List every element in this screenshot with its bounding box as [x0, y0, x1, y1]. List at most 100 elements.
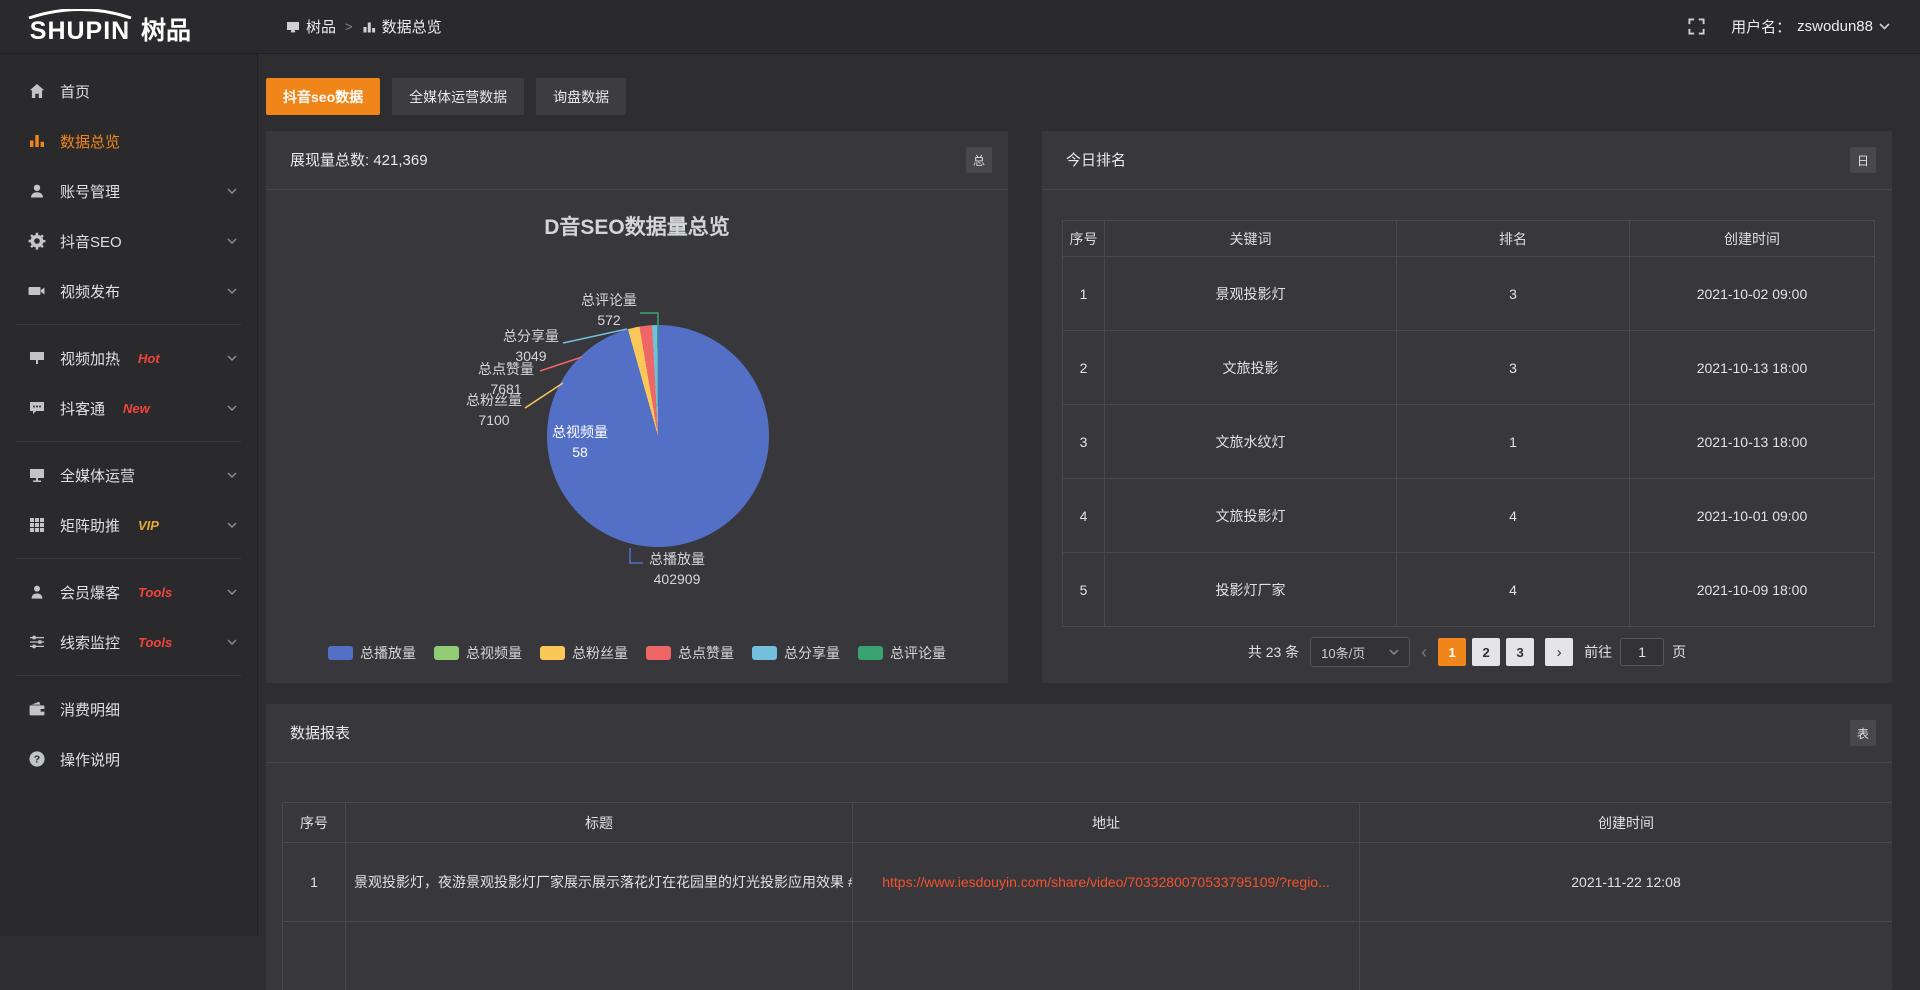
sidebar-item-video-publish[interactable]: 视频发布: [0, 266, 257, 316]
header-right: 用户名： zswodun88: [1688, 16, 1920, 37]
report-panel: 数据报表 表 序号 标题 地址 创建时间 1景观投影灯，夜游景观投影灯厂家展示展…: [266, 704, 1892, 990]
page-button-1[interactable]: 1: [1438, 638, 1466, 666]
chart-title: D音SEO数据量总览: [266, 211, 1008, 241]
logo-text-en: SHUPIN: [30, 19, 130, 44]
logo-brand: SHUPIN: [24, 9, 136, 44]
legend-item[interactable]: 总点赞量: [646, 643, 734, 663]
monitor-icon: [28, 466, 46, 484]
top-bar: SHUPIN 树品 树品 > 数据总览 用户名： zswodun88: [0, 0, 1920, 54]
ranking-header-row: 序号 关键词 排名 创建时间: [1063, 221, 1875, 257]
sidebar-item-matrix-boost[interactable]: 矩阵助推 VIP: [0, 500, 257, 550]
table-toggle-button[interactable]: 表: [1850, 720, 1876, 746]
svg-text:?: ?: [34, 754, 40, 766]
tab-media-ops-data[interactable]: 全媒体运营数据: [392, 78, 524, 115]
overview-panel: 展现量总数: 421,369 总 D音SEO数据量总览 总评论量572 总分享量…: [266, 131, 1008, 683]
new-badge: New: [123, 401, 150, 416]
pie-label-videos: 总视频量58: [549, 423, 611, 462]
sliders-icon: [28, 633, 46, 651]
ranking-title: 今日排名: [1066, 131, 1126, 190]
username-value: zswodun88: [1797, 18, 1873, 35]
legend-label: 总评论量: [890, 643, 946, 663]
page-jumper: 前往 页: [1584, 638, 1686, 666]
total-toggle-button[interactable]: 总: [966, 147, 992, 173]
legend-label: 总点赞量: [678, 643, 734, 663]
board-icon: [28, 349, 46, 367]
user-menu[interactable]: 用户名： zswodun88: [1731, 16, 1890, 37]
pagination-pages: 123: [1438, 638, 1534, 666]
table-row: 1景观投影灯，夜游景观投影灯厂家展示展示落花灯在花园里的灯光投影应用效果 #ht…: [283, 843, 1893, 922]
video-camera-icon: [28, 282, 46, 300]
data-tabs: 抖音seo数据 全媒体运营数据 询盘数据: [266, 78, 626, 115]
sidebar-item-account[interactable]: 账号管理: [0, 166, 257, 216]
sidebar-divider: [16, 558, 241, 559]
chevron-down-icon: [1389, 649, 1399, 655]
logo: SHUPIN 树品: [0, 9, 258, 44]
logo-text-cn: 树品: [141, 19, 191, 44]
chevron-down-icon: [227, 472, 237, 478]
grid-icon: [28, 516, 46, 534]
chevron-down-icon: [227, 589, 237, 595]
screen-icon: [286, 20, 300, 34]
sidebar-item-clue-monitor[interactable]: 线索监控 Tools: [0, 617, 257, 667]
sidebar-item-media-ops[interactable]: 全媒体运营: [0, 450, 257, 500]
legend-item[interactable]: 总粉丝量: [540, 643, 628, 663]
sidebar-item-douketong[interactable]: 抖客通 New: [0, 383, 257, 433]
person-icon: [28, 583, 46, 601]
tab-douyin-seo-data[interactable]: 抖音seo数据: [266, 78, 380, 115]
chevron-down-icon: [227, 188, 237, 194]
pie-label-plays: 总播放量402909: [642, 550, 712, 589]
table-row: [283, 922, 1893, 990]
page-size-select[interactable]: 10条/页: [1310, 637, 1410, 667]
breadcrumb-separator: >: [345, 19, 353, 34]
sidebar-divider: [16, 675, 241, 676]
legend-label: 总分享量: [784, 643, 840, 663]
fullscreen-icon[interactable]: [1688, 18, 1705, 35]
ranking-table: 序号 关键词 排名 创建时间 1景观投影灯32021-10-02 09:002文…: [1062, 220, 1875, 627]
report-header-row: 序号 标题 地址 创建时间: [283, 803, 1893, 843]
chevron-down-icon: [227, 355, 237, 361]
legend-swatch: [328, 646, 353, 660]
page-button-2[interactable]: 2: [1472, 638, 1500, 666]
pagination-total: 共 23 条: [1248, 642, 1299, 662]
sidebar-item-help[interactable]: ? 操作说明: [0, 734, 257, 784]
vip-badge: VIP: [138, 518, 159, 533]
bar-chart-icon: [362, 20, 376, 34]
table-row: 1景观投影灯32021-10-02 09:00: [1063, 257, 1875, 331]
tab-inquiry-data[interactable]: 询盘数据: [536, 78, 626, 115]
overview-panel-header: 展现量总数: 421,369 总: [266, 131, 1008, 190]
next-page-button[interactable]: ›: [1545, 638, 1573, 666]
report-title: 数据报表: [290, 704, 350, 763]
sidebar-item-home[interactable]: 首页: [0, 66, 257, 116]
sidebar-item-douyin-seo[interactable]: 抖音SEO: [0, 216, 257, 266]
sidebar-item-member-leads[interactable]: 会员爆客 Tools: [0, 567, 257, 617]
sidebar-item-data-overview[interactable]: 数据总览: [0, 116, 257, 166]
legend-item[interactable]: 总播放量: [328, 643, 416, 663]
report-link[interactable]: https://www.iesdouyin.com/share/video/70…: [882, 874, 1330, 890]
page-button-3[interactable]: 3: [1506, 638, 1534, 666]
chevron-down-icon: [227, 405, 237, 411]
legend-item[interactable]: 总分享量: [752, 643, 840, 663]
breadcrumb-item-current[interactable]: 数据总览: [362, 16, 442, 37]
legend-label: 总视频量: [466, 643, 522, 663]
home-icon: [28, 82, 46, 100]
prev-page-button[interactable]: ‹: [1421, 643, 1427, 661]
legend-item[interactable]: 总评论量: [858, 643, 946, 663]
report-panel-header: 数据报表 表: [266, 704, 1892, 763]
day-toggle-button[interactable]: 日: [1850, 147, 1876, 173]
question-icon: ?: [28, 750, 46, 768]
chart-legend: 总播放量 总视频量 总粉丝量 总点赞量 总分享量 总评论量: [266, 643, 1008, 663]
main-content: 抖音seo数据 全媒体运营数据 询盘数据 展现量总数: 421,369 总 D音…: [258, 54, 1920, 936]
legend-item[interactable]: 总视频量: [434, 643, 522, 663]
report-table: 序号 标题 地址 创建时间 1景观投影灯，夜游景观投影灯厂家展示展示落花灯在花园…: [282, 802, 1892, 990]
chevron-down-icon: [227, 639, 237, 645]
username-label: 用户名：: [1731, 16, 1791, 37]
tools-badge: Tools: [138, 585, 172, 600]
overview-total-label: 展现量总数: 421,369: [290, 131, 428, 190]
breadcrumb-item-home[interactable]: 树品: [286, 16, 336, 37]
breadcrumb: 树品 > 数据总览: [286, 16, 442, 37]
page-jump-input[interactable]: [1620, 638, 1664, 666]
legend-label: 总粉丝量: [572, 643, 628, 663]
sidebar-item-spend-detail[interactable]: 消费明细: [0, 684, 257, 734]
ranking-tbody: 1景观投影灯32021-10-02 09:002文旅投影32021-10-13 …: [1063, 257, 1875, 627]
sidebar-item-video-heat[interactable]: 视频加热 Hot: [0, 333, 257, 383]
